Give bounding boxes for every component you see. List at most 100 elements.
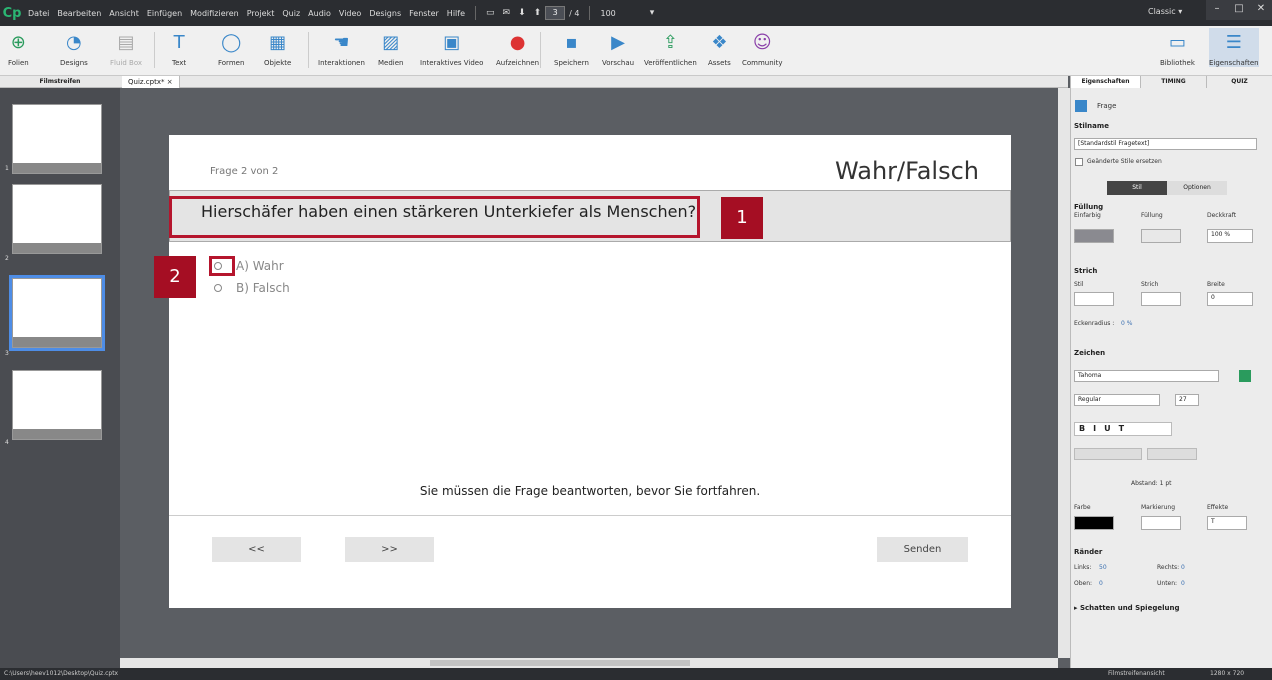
- text-format-buttons[interactable]: BIUT: [1074, 422, 1172, 436]
- rechts-value[interactable]: 0: [1181, 564, 1185, 571]
- tab-stil[interactable]: Stil: [1107, 181, 1167, 195]
- slide-thumbnail-4[interactable]: [12, 370, 102, 440]
- menu-datei[interactable]: Datei: [24, 9, 53, 18]
- stil-label: Stil: [1074, 281, 1084, 288]
- folien-button[interactable]: ⊕ Folien: [8, 28, 29, 68]
- font-size-input[interactable]: 27: [1175, 394, 1199, 406]
- aufzeichnen-button[interactable]: ● Aufzeichnen: [496, 28, 539, 68]
- eigenschaften-button[interactable]: ☰ Eigenschaften: [1209, 28, 1259, 67]
- maximize-button[interactable]: □: [1228, 0, 1250, 20]
- menu-bearbeiten[interactable]: Bearbeiten: [53, 9, 105, 18]
- text-button[interactable]: T Text: [172, 28, 186, 68]
- question-counter[interactable]: Frage 2 von 2: [210, 166, 278, 177]
- fluid-box-button[interactable]: ▤ Fluid Box: [110, 28, 142, 68]
- font-weight-select[interactable]: Regular: [1074, 394, 1160, 406]
- deckkraft-label: Deckkraft: [1207, 212, 1237, 219]
- fill-color-picker[interactable]: [1074, 229, 1114, 243]
- workspace-switcher[interactable]: Classic ▾: [1148, 7, 1182, 16]
- text-color-picker[interactable]: [1074, 516, 1114, 530]
- mail-icon[interactable]: ✉: [503, 8, 511, 18]
- next-button[interactable]: >>: [345, 537, 434, 562]
- monitor-icon[interactable]: ▭: [486, 8, 495, 18]
- menu-quiz[interactable]: Quiz: [278, 9, 304, 18]
- community-button[interactable]: ☺ Community: [742, 28, 783, 68]
- scrollbar-thumb[interactable]: [430, 660, 690, 666]
- menu-designs[interactable]: Designs: [365, 9, 405, 18]
- tab-timing[interactable]: TIMING: [1141, 76, 1207, 88]
- alignment-buttons[interactable]: [1074, 448, 1142, 460]
- links-value[interactable]: 50: [1099, 564, 1107, 571]
- interaktionen-button[interactable]: ☚ Interaktionen: [318, 28, 365, 68]
- breite-input[interactable]: 0: [1207, 292, 1253, 306]
- deckkraft-input[interactable]: 100 %: [1207, 229, 1253, 243]
- menu-audio[interactable]: Audio: [304, 9, 335, 18]
- project-size: 1280 x 720: [1210, 670, 1245, 677]
- document-tabbar: Quiz.cptx* ×: [120, 76, 1068, 88]
- stroke-color-picker[interactable]: [1141, 292, 1181, 306]
- speichern-button[interactable]: ▪ Speichern: [554, 28, 589, 68]
- fuellung-label: Füllung: [1141, 212, 1163, 219]
- menu-video[interactable]: Video: [335, 9, 365, 18]
- zeichen-section: Zeichen: [1074, 349, 1106, 357]
- links-label: Links:: [1074, 564, 1092, 571]
- slide-total: / 4: [569, 8, 580, 18]
- answer-option-b[interactable]: B) Falsch: [214, 281, 290, 295]
- vorschau-button[interactable]: ▶ Vorschau: [602, 28, 634, 68]
- effects-select[interactable]: T: [1207, 516, 1247, 530]
- formen-button[interactable]: ◯ Formen: [218, 28, 244, 68]
- menu-modifizieren[interactable]: Modifizieren: [186, 9, 243, 18]
- answer-required-message[interactable]: Sie müssen die Frage beantworten, bevor …: [169, 484, 1011, 498]
- menu-hilfe[interactable]: Hilfe: [443, 9, 469, 18]
- arrow-up-icon[interactable]: ⬆: [534, 8, 542, 18]
- tab-eigenschaften[interactable]: Eigenschaften: [1071, 76, 1141, 88]
- bibliothek-button[interactable]: ▭ Bibliothek: [1160, 28, 1195, 68]
- strich-section: Strich: [1074, 267, 1098, 275]
- slide-thumbnail-3[interactable]: [9, 275, 105, 351]
- zoom-value[interactable]: 100: [596, 9, 619, 18]
- tab-optionen[interactable]: Optionen: [1167, 181, 1227, 195]
- vertical-scrollbar[interactable]: [1058, 88, 1070, 658]
- slide-thumbnail-1[interactable]: [12, 104, 102, 174]
- question-highlight: [169, 196, 700, 238]
- main-toolbar: ⊕ Folien ◔ Designs ▤ Fluid Box T Text ◯ Forme…: [0, 26, 1272, 76]
- eckenradius-value[interactable]: 0 %: [1121, 320, 1132, 327]
- arrow-down-icon[interactable]: ⬇: [518, 8, 526, 18]
- eckenradius-label: Eckenradius :: [1074, 320, 1115, 327]
- vertical-alignment-buttons[interactable]: [1147, 448, 1197, 460]
- slide-number-input[interactable]: 3: [545, 6, 566, 20]
- stroke-style-select[interactable]: [1074, 292, 1114, 306]
- objekte-button[interactable]: ▦ Objekte: [264, 28, 291, 68]
- back-button[interactable]: <<: [212, 537, 301, 562]
- assets-button[interactable]: ❖ Assets: [708, 28, 731, 68]
- option-b-label: B) Falsch: [236, 281, 290, 295]
- tab-quiz[interactable]: QUIZ: [1207, 76, 1272, 88]
- close-button[interactable]: ✕: [1250, 0, 1272, 20]
- menu-projekt[interactable]: Projekt: [243, 9, 279, 18]
- medien-button[interactable]: ▨ Medien: [378, 28, 403, 68]
- veroeffentlichen-button[interactable]: ⇪ Veröffentlichen: [644, 28, 697, 68]
- unten-value[interactable]: 0: [1181, 580, 1185, 587]
- oben-value[interactable]: 0: [1099, 580, 1103, 587]
- font-select[interactable]: Tahoma: [1074, 370, 1219, 382]
- interaktives-video-button[interactable]: ▣ Interaktives Video: [420, 28, 483, 68]
- chevron-down-icon[interactable]: ▾: [650, 8, 655, 18]
- menu-ansicht[interactable]: Ansicht: [105, 9, 143, 18]
- slide-thumbnail-2[interactable]: [12, 184, 102, 254]
- submit-button[interactable]: Senden: [877, 537, 968, 562]
- designs-button[interactable]: ◔ Designs: [60, 28, 88, 68]
- microphone-icon: ●: [509, 31, 526, 53]
- document-tab[interactable]: Quiz.cptx* ×: [122, 76, 180, 88]
- callout-1: 1: [721, 197, 763, 239]
- stilname-select[interactable]: [Standardstil Fragetext]: [1074, 138, 1257, 150]
- abstand-label[interactable]: Abstand: 1 pt: [1131, 480, 1172, 487]
- minimize-button[interactable]: –: [1206, 0, 1228, 20]
- fill-gradient-picker[interactable]: [1141, 229, 1181, 243]
- replace-styles-checkbox[interactable]: [1075, 158, 1083, 166]
- highlight-color-picker[interactable]: [1141, 516, 1181, 530]
- schatten-section[interactable]: ▸ Schatten und Spiegelung: [1074, 604, 1179, 612]
- typekit-icon[interactable]: [1239, 370, 1251, 382]
- radio-icon[interactable]: [214, 284, 222, 292]
- menu-einfuegen[interactable]: Einfügen: [143, 9, 186, 18]
- menu-fenster[interactable]: Fenster: [405, 9, 443, 18]
- slide-title[interactable]: Wahr/Falsch: [835, 157, 979, 185]
